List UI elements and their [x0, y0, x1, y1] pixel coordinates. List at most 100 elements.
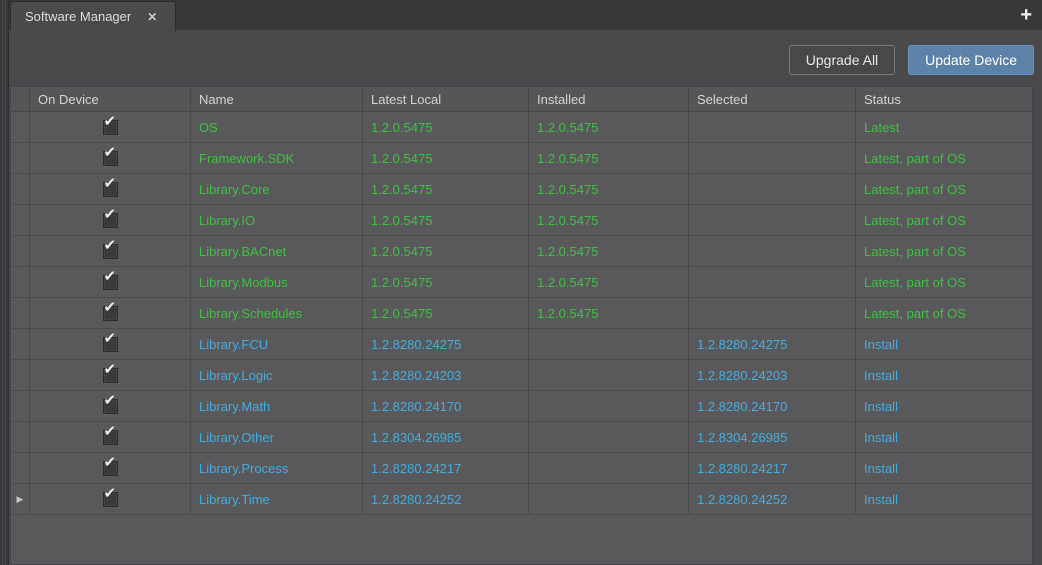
name-cell[interactable]: Library.Core [191, 174, 363, 204]
installed-cell[interactable] [529, 391, 689, 421]
on-device-checkbox[interactable]: ✔ [103, 306, 118, 321]
name-cell[interactable]: Library.Time [191, 484, 363, 514]
column-header-installed[interactable]: Installed [529, 87, 689, 111]
selected-cell[interactable] [689, 267, 856, 297]
name-cell[interactable]: OS [191, 112, 363, 142]
status-cell[interactable]: Install [856, 453, 1032, 483]
installed-cell[interactable]: 1.2.0.5475 [529, 112, 689, 142]
on-device-cell[interactable]: ✔ [30, 174, 191, 204]
installed-cell[interactable]: 1.2.0.5475 [529, 143, 689, 173]
name-cell[interactable]: Library.IO [191, 205, 363, 235]
row-selector-cell[interactable] [11, 236, 30, 266]
latest-local-cell[interactable]: 1.2.8304.26985 [363, 422, 529, 452]
status-cell[interactable]: Install [856, 484, 1032, 514]
row-selector-cell[interactable] [11, 422, 30, 452]
name-cell[interactable]: Library.FCU [191, 329, 363, 359]
on-device-checkbox[interactable]: ✔ [103, 182, 118, 197]
column-header-name[interactable]: Name [191, 87, 363, 111]
column-header-latest-local[interactable]: Latest Local [363, 87, 529, 111]
selected-cell[interactable]: 1.2.8280.24275 [689, 329, 856, 359]
name-cell[interactable]: Framework.SDK [191, 143, 363, 173]
tab-software-manager[interactable]: Software Manager ✕ [10, 1, 176, 31]
on-device-checkbox[interactable]: ✔ [103, 492, 118, 507]
table-row[interactable]: ✔Library.Other1.2.8304.269851.2.8304.269… [11, 422, 1032, 453]
table-row[interactable]: ▶✔Library.Time1.2.8280.242521.2.8280.242… [11, 484, 1032, 515]
table-row[interactable]: ✔Library.Modbus1.2.0.54751.2.0.5475Lates… [11, 267, 1032, 298]
on-device-cell[interactable]: ✔ [30, 298, 191, 328]
installed-cell[interactable] [529, 360, 689, 390]
on-device-cell[interactable]: ✔ [30, 329, 191, 359]
selected-cell[interactable] [689, 112, 856, 142]
name-cell[interactable]: Library.Math [191, 391, 363, 421]
status-cell[interactable]: Install [856, 391, 1032, 421]
latest-local-cell[interactable]: 1.2.8280.24170 [363, 391, 529, 421]
latest-local-cell[interactable]: 1.2.8280.24217 [363, 453, 529, 483]
installed-cell[interactable]: 1.2.0.5475 [529, 174, 689, 204]
name-cell[interactable]: Library.Schedules [191, 298, 363, 328]
status-cell[interactable]: Latest, part of OS [856, 298, 1032, 328]
selected-cell[interactable]: 1.2.8304.26985 [689, 422, 856, 452]
on-device-cell[interactable]: ✔ [30, 236, 191, 266]
name-cell[interactable]: Library.Other [191, 422, 363, 452]
selected-cell[interactable] [689, 205, 856, 235]
latest-local-cell[interactable]: 1.2.8280.24275 [363, 329, 529, 359]
name-cell[interactable]: Library.Process [191, 453, 363, 483]
table-row[interactable]: ✔Library.FCU1.2.8280.242751.2.8280.24275… [11, 329, 1032, 360]
row-selector-cell[interactable] [11, 329, 30, 359]
table-row[interactable]: ✔Library.Logic1.2.8280.242031.2.8280.242… [11, 360, 1032, 391]
on-device-cell[interactable]: ✔ [30, 205, 191, 235]
column-header-selected[interactable]: Selected [689, 87, 856, 111]
status-cell[interactable]: Install [856, 360, 1032, 390]
status-cell[interactable]: Latest, part of OS [856, 205, 1032, 235]
status-cell[interactable]: Latest [856, 112, 1032, 142]
installed-cell[interactable]: 1.2.0.5475 [529, 205, 689, 235]
latest-local-cell[interactable]: 1.2.0.5475 [363, 143, 529, 173]
on-device-cell[interactable]: ✔ [30, 267, 191, 297]
row-selector-cell[interactable] [11, 112, 30, 142]
latest-local-cell[interactable]: 1.2.0.5475 [363, 236, 529, 266]
table-row[interactable]: ✔Library.Process1.2.8280.242171.2.8280.2… [11, 453, 1032, 484]
status-cell[interactable]: Install [856, 422, 1032, 452]
on-device-cell[interactable]: ✔ [30, 112, 191, 142]
selected-cell[interactable]: 1.2.8280.24217 [689, 453, 856, 483]
selected-cell[interactable] [689, 174, 856, 204]
on-device-checkbox[interactable]: ✔ [103, 275, 118, 290]
installed-cell[interactable] [529, 422, 689, 452]
on-device-checkbox[interactable]: ✔ [103, 151, 118, 166]
on-device-cell[interactable]: ✔ [30, 391, 191, 421]
selected-cell[interactable]: 1.2.8280.24203 [689, 360, 856, 390]
on-device-checkbox[interactable]: ✔ [103, 213, 118, 228]
installed-cell[interactable] [529, 453, 689, 483]
status-cell[interactable]: Latest, part of OS [856, 174, 1032, 204]
column-header-status[interactable]: Status [856, 87, 1032, 111]
selected-cell[interactable]: 1.2.8280.24170 [689, 391, 856, 421]
latest-local-cell[interactable]: 1.2.0.5475 [363, 298, 529, 328]
table-row[interactable]: ✔Library.Schedules1.2.0.54751.2.0.5475La… [11, 298, 1032, 329]
left-panel-splitter[interactable] [0, 0, 9, 565]
on-device-checkbox[interactable]: ✔ [103, 368, 118, 383]
table-row[interactable]: ✔OS1.2.0.54751.2.0.5475Latest [11, 112, 1032, 143]
table-row[interactable]: ✔Library.IO1.2.0.54751.2.0.5475Latest, p… [11, 205, 1032, 236]
status-cell[interactable]: Latest, part of OS [856, 267, 1032, 297]
upgrade-all-button[interactable]: Upgrade All [789, 45, 895, 75]
selected-cell[interactable]: 1.2.8280.24252 [689, 484, 856, 514]
table-row[interactable]: ✔Library.BACnet1.2.0.54751.2.0.5475Lates… [11, 236, 1032, 267]
row-selector-cell[interactable] [11, 298, 30, 328]
column-header-on-device[interactable]: On Device [30, 87, 191, 111]
row-selector-cell[interactable] [11, 143, 30, 173]
latest-local-cell[interactable]: 1.2.0.5475 [363, 112, 529, 142]
installed-cell[interactable]: 1.2.0.5475 [529, 236, 689, 266]
row-selector-cell[interactable] [11, 360, 30, 390]
name-cell[interactable]: Library.Logic [191, 360, 363, 390]
on-device-cell[interactable]: ✔ [30, 453, 191, 483]
update-device-button[interactable]: Update Device [908, 45, 1034, 75]
name-cell[interactable]: Library.Modbus [191, 267, 363, 297]
on-device-checkbox[interactable]: ✔ [103, 430, 118, 445]
on-device-cell[interactable]: ✔ [30, 422, 191, 452]
close-icon[interactable]: ✕ [147, 11, 157, 23]
installed-cell[interactable] [529, 484, 689, 514]
row-selector-cell[interactable] [11, 205, 30, 235]
on-device-cell[interactable]: ✔ [30, 360, 191, 390]
selected-cell[interactable] [689, 298, 856, 328]
selected-cell[interactable] [689, 143, 856, 173]
